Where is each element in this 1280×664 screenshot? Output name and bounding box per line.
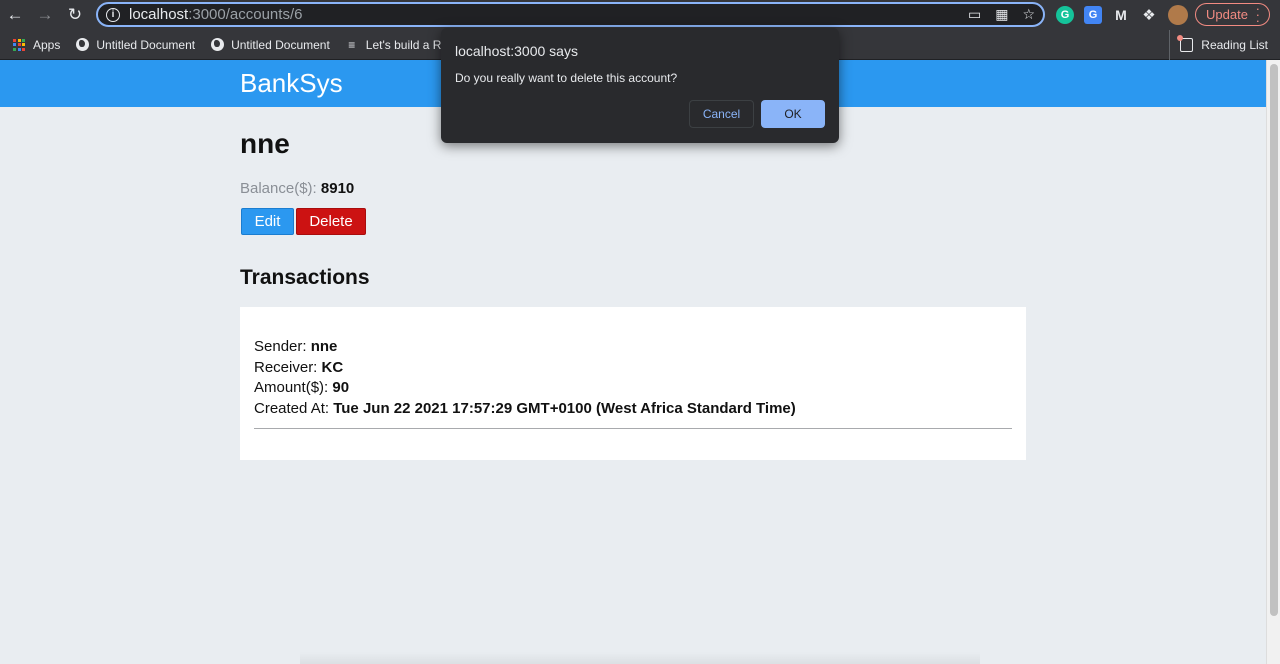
url-path: :3000/accounts/6: [188, 6, 303, 23]
bookmark-label: Apps: [33, 37, 61, 52]
page-content: BankSys nne Balance($): 8910 Edit Delete…: [0, 60, 1266, 664]
address-bar[interactable]: i localhost:3000/accounts/6 ▭ ▦ ☆: [96, 2, 1045, 27]
bookmark-apps[interactable]: Apps: [12, 38, 60, 52]
cast-icon[interactable]: ▭: [968, 6, 981, 23]
site-info-icon[interactable]: i: [106, 7, 120, 22]
bookmark-untitled-1[interactable]: Untitled Document: [75, 38, 195, 52]
bookmark-untitled-2[interactable]: Untitled Document: [210, 38, 330, 52]
confirm-dialog: localhost:3000 says Do you really want t…: [441, 28, 839, 143]
page-scrollbar[interactable]: [1266, 60, 1280, 664]
reading-list-icon: [1177, 35, 1194, 52]
profile-avatar[interactable]: [1168, 5, 1188, 25]
bottom-shadow: [300, 652, 980, 664]
scrollbar-thumb[interactable]: [1270, 64, 1278, 616]
translate-extension-icon[interactable]: G: [1084, 6, 1102, 24]
tx-receiver: Receiver: KC: [254, 358, 344, 376]
dialog-title: localhost:3000 says: [455, 43, 578, 59]
menu-dots-icon[interactable]: · · ·: [1256, 2, 1260, 27]
reload-icon[interactable]: ↻: [60, 0, 90, 30]
tx-sender-value: nne: [310, 338, 338, 355]
qr-code-icon[interactable]: ▦: [995, 6, 1008, 23]
transactions-title: Transactions: [240, 266, 370, 289]
lines-icon: ≡: [348, 37, 356, 52]
tx-sender: Sender: nne: [254, 338, 338, 355]
back-arrow-icon[interactable]: ←: [0, 0, 30, 30]
forward-arrow-icon[interactable]: →: [30, 0, 60, 30]
grammarly-extension-icon[interactable]: G: [1056, 6, 1074, 24]
account-name: nne: [240, 128, 290, 159]
globe-icon: [75, 38, 89, 52]
bookmark-label: Untitled Document: [96, 37, 196, 52]
brand-logo[interactable]: BankSys: [240, 68, 343, 99]
balance-label: Balance($):: [240, 180, 317, 197]
apps-grid-icon: [12, 38, 26, 52]
tx-created: Created At: Tue Jun 22 2021 17:57:29 GMT…: [254, 399, 796, 417]
bookmark-react[interactable]: ≡ Let's build a Rea: [345, 38, 455, 52]
extensions-puzzle-icon[interactable]: ❖: [1140, 6, 1158, 24]
balance-row: Balance($): 8910: [240, 180, 354, 197]
tx-receiver-value: KC: [321, 358, 344, 376]
balance-value: 8910: [320, 180, 355, 197]
browser-toolbar: ← → ↻ i localhost:3000/accounts/6 ▭ ▦ ☆ …: [0, 0, 1280, 30]
tx-amount: Amount($): 90: [254, 379, 350, 396]
bookmark-star-icon[interactable]: ☆: [1022, 6, 1035, 23]
tx-created-value: Tue Jun 22 2021 17:57:29 GMT+0100 (West …: [333, 399, 796, 417]
bookmark-label: Untitled Document: [231, 37, 330, 52]
globe-icon: [210, 38, 224, 52]
dialog-message: Do you really want to delete this accoun…: [455, 71, 678, 85]
update-button[interactable]: Update · · ·: [1195, 2, 1270, 27]
transaction-card: Sender: nne Receiver: KC Amount($): 90 C…: [240, 307, 1026, 460]
update-label: Update: [1206, 7, 1248, 22]
medium-extension-icon[interactable]: M: [1112, 6, 1130, 24]
ok-button[interactable]: OK: [761, 100, 825, 128]
tx-divider: [254, 428, 1012, 429]
cancel-button[interactable]: Cancel: [689, 100, 754, 128]
edit-button[interactable]: Edit: [241, 208, 294, 235]
reading-list-button[interactable]: Reading List: [1169, 30, 1268, 60]
delete-button[interactable]: Delete: [296, 208, 366, 235]
tx-amount-value: 90: [332, 379, 350, 396]
reading-list-label: Reading List: [1201, 38, 1268, 52]
url-host: localhost: [129, 6, 189, 23]
